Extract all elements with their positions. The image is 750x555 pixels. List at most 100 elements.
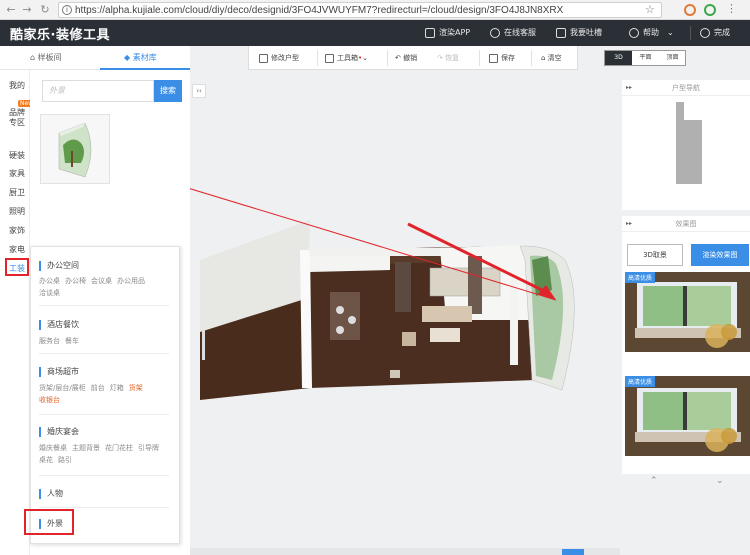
material-thumbnail[interactable] [40,114,110,184]
category-lighting[interactable]: 照明 [0,206,30,217]
popup-item[interactable]: 路引 [58,456,72,464]
help-button[interactable]: 帮助 ⌄ [629,26,674,40]
3d-viewport[interactable] [190,70,620,548]
search-button[interactable]: 搜索 [154,80,182,102]
headset-icon [490,27,500,38]
popup-section-wedding[interactable]: 婚庆宴会 [39,427,79,437]
render-image [625,272,750,352]
undo-button[interactable]: ↶ 撤销 [395,46,417,70]
hq-badge: 高清优质 [625,272,656,283]
category-furniture[interactable]: 家具 [0,168,30,179]
category-home-decor[interactable]: 家饰 [0,225,30,236]
render-thumbnail[interactable]: 高清优质 [625,376,750,456]
popup-item[interactable]: 桌花 [39,456,53,464]
feedback-button[interactable]: 我要吐槽 [556,26,602,40]
popup-item[interactable]: 餐车 [65,337,79,345]
info-icon[interactable]: i [62,5,72,15]
menu-icon[interactable]: ⋮ [726,2,737,15]
popup-item[interactable]: 货架 [129,384,143,392]
clear-button[interactable]: ⌂ 清空 [541,46,562,70]
render-thumbnail[interactable]: 高清优质 [625,272,750,352]
popup-items-office: 办公桌 办公椅 会议桌 办公用品洽谈桌 [39,275,164,299]
coffee-table [430,328,460,342]
tab-material-library[interactable]: ◆ 素材库 [124,46,157,70]
extension-icon[interactable] [704,4,716,16]
popup-item[interactable]: 服务台 [39,337,60,345]
bottom-tab[interactable] [562,549,584,555]
category-kitchen-bath[interactable]: 厨卫 [0,187,30,198]
done-button[interactable]: 完成 [700,26,730,40]
popup-item[interactable]: 前台 [91,384,105,392]
hq-badge: 高清优质 [625,376,656,387]
search-input[interactable]: 外景 [42,80,154,102]
toolbox-label: 工具箱 [337,54,358,62]
popup-section-office[interactable]: 办公空间 [39,261,79,271]
category-my[interactable]: 我的 [0,80,30,91]
tab-sample-label: 样板间 [37,53,62,62]
address-bar[interactable]: i https://alpha.kujiale.com/cloud/diy/de… [58,2,662,18]
popup-item[interactable]: 洽谈桌 [39,289,60,297]
view-plan-button[interactable]: 平面 [632,51,659,65]
star-icon[interactable]: ☆ [645,3,655,16]
help-icon [629,27,639,38]
edit-floorplan-button[interactable]: 修改户型 [259,46,299,70]
reload-icon[interactable]: ↻ [38,3,52,17]
view-3d-button[interactable]: 3D [605,51,632,65]
save-icon [489,53,498,63]
view-mode-switch: 3D 平面 顶面 [604,50,686,66]
forward-icon[interactable]: → [20,3,34,17]
category-brand[interactable]: 品牌专区 [0,108,26,128]
expand-icon[interactable]: ▸▸ [626,80,632,96]
chevron-up-icon[interactable]: ⌃ [650,476,658,486]
expand-icon[interactable]: ▸▸ [626,216,632,232]
done-label: 完成 [714,28,730,37]
popup-item[interactable]: 收银台 [39,396,60,404]
back-icon[interactable]: ← [4,3,18,17]
browser-toolbar: ← → ↻ i https://alpha.kujiale.com/cloud/… [0,0,750,20]
sofa-icon: ⌂ [30,53,38,62]
popup-item[interactable]: 货架/层台/展柜 [39,384,86,392]
popup-item[interactable]: 引导牌 [138,444,159,452]
popup-item[interactable]: 主题背景 [72,444,100,452]
render-button[interactable]: 渲染效果图 [691,244,749,266]
view-ceiling-button[interactable]: 顶面 [659,51,686,65]
popup-items-mall: 货架/层台/展柜 前台 灯箱 货架收银台 [39,382,164,406]
3d-capture-button[interactable]: 3D取景 [627,244,683,266]
logo: 酷家乐·装修工具 [10,28,110,43]
popup-item[interactable]: 办公桌 [39,277,60,285]
popup-section-people[interactable]: 人物 [39,489,63,499]
online-service-button[interactable]: 在线客服 [490,26,536,40]
render-app-button[interactable]: 渲染APP [425,26,470,40]
cube-icon: ◆ [124,53,133,62]
clear-label: 清空 [547,54,562,62]
chevron-down-icon[interactable]: ⌄ [716,476,724,486]
render-panel-title: 效果图 [675,220,697,228]
undo-label: 撤销 [403,54,418,62]
extension-icon[interactable] [684,4,696,16]
divider [39,414,169,415]
popup-item[interactable]: 花门花柱 [105,444,133,452]
divider [317,50,318,66]
category-appliance[interactable]: 家电 [0,244,30,255]
category-hard-decor[interactable]: 硬装 [0,150,30,161]
popup-item[interactable]: 灯箱 [110,384,124,392]
save-button[interactable]: 保存 [489,46,515,70]
popup-item[interactable]: 办公用品 [117,277,145,285]
top-toolbar: 修改户型 工具箱•⌄ ↶ 撤销 ↷ 恢复 保存 ⌂ 清空 [248,46,578,70]
popup-item[interactable]: 婚庆餐桌 [39,444,67,452]
floorplan-minimap[interactable] [672,102,712,186]
armchair [402,332,416,346]
toolbox-button[interactable]: 工具箱•⌄ [325,46,368,70]
tab-sample-rooms[interactable]: ⌂ 样板间 [30,46,62,70]
popup-item[interactable]: 办公椅 [65,277,86,285]
popup-section-hotel[interactable]: 酒店餐饮 [39,320,79,330]
redo-button[interactable]: ↷ 恢复 [437,46,459,70]
save-label: 保存 [501,54,515,62]
popup-items-hotel: 服务台 餐车 [39,335,164,347]
divider [479,50,480,66]
divider [39,305,169,306]
popup-section-mall[interactable]: 商场超市 [39,367,79,377]
popup-items-wedding: 婚庆餐桌 主题背景 花门花柱 引导牌桌花 路引 [39,442,164,466]
nav-panel-title: 户型导航 [672,84,700,92]
popup-item[interactable]: 会议桌 [91,277,112,285]
